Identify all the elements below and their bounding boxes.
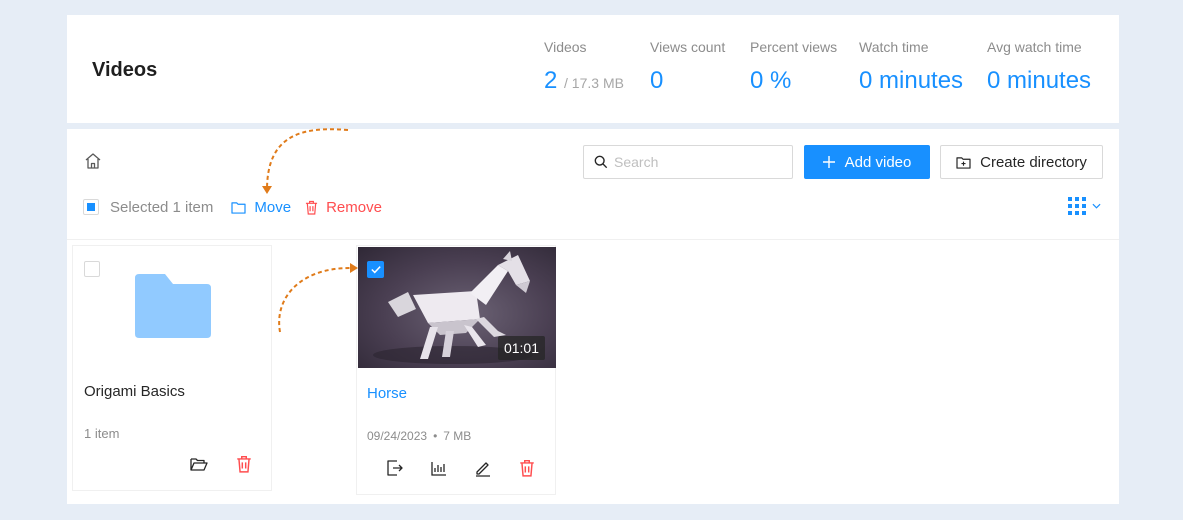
folder-add-icon xyxy=(956,156,971,169)
search-box xyxy=(583,145,793,179)
add-video-label: Add video xyxy=(844,153,912,171)
stat-value: 0 minutes xyxy=(859,67,964,94)
folder-actions xyxy=(190,455,253,473)
folder-checkbox[interactable] xyxy=(84,261,100,277)
plus-icon xyxy=(822,156,835,168)
remove-label: Remove xyxy=(326,198,382,216)
stats-header: Videos Videos 2 / 17.3 MB Views count 0 … xyxy=(67,15,1119,123)
stat-label: Percent views xyxy=(750,39,838,55)
video-actions xyxy=(386,459,536,477)
video-duration: 01:01 xyxy=(497,336,545,360)
stat-value: 0 minutes xyxy=(987,67,1092,94)
move-button[interactable]: Move xyxy=(231,199,291,216)
stat-label: Watch time xyxy=(859,39,929,55)
stat-value: 2 / 17.3 MB xyxy=(544,67,624,95)
folder-icon xyxy=(231,201,246,214)
delete-video-icon[interactable] xyxy=(518,459,536,477)
home-icon[interactable] xyxy=(83,151,103,171)
folder-open-icon[interactable] xyxy=(190,455,208,473)
grid-view-icon xyxy=(1068,197,1086,215)
video-title[interactable]: Horse xyxy=(367,385,407,402)
selected-count: Selected 1 item xyxy=(110,198,214,216)
chevron-down-icon xyxy=(1092,203,1101,209)
stat-label: Videos xyxy=(544,39,587,55)
select-all-checkbox[interactable] xyxy=(83,199,99,215)
search-icon xyxy=(594,155,608,169)
edit-icon[interactable] xyxy=(474,459,492,477)
video-size: 7 MB xyxy=(443,429,472,443)
divider xyxy=(67,239,1119,240)
video-checkbox[interactable] xyxy=(367,261,384,278)
stat-videos: Videos 2 / 17.3 MB xyxy=(544,39,624,95)
bar-chart-icon[interactable] xyxy=(430,459,448,477)
stat-value: 0 xyxy=(650,67,664,94)
stat-number: 2 xyxy=(544,67,558,94)
stat-label: Avg watch time xyxy=(987,39,1082,55)
stat-views-count: Views count 0 xyxy=(650,39,725,95)
export-icon[interactable] xyxy=(386,459,404,477)
create-directory-button[interactable]: Create directory xyxy=(940,145,1103,179)
video-meta: 09/24/2023 • 7 MB xyxy=(367,429,471,443)
trash-icon xyxy=(306,200,318,215)
meta-separator: • xyxy=(433,429,438,443)
create-directory-label: Create directory xyxy=(980,153,1087,171)
folder-item-count: 1 item xyxy=(84,426,120,441)
stat-watch-time: Watch time 0 minutes xyxy=(859,39,963,95)
stat-percent-views: Percent views 0 % xyxy=(750,39,837,95)
stat-label: Views count xyxy=(650,39,726,55)
folder-icon xyxy=(135,274,211,338)
selection-toolbar: Selected 1 item Move Remove xyxy=(83,197,382,217)
stat-avg-watch-time: Avg watch time 0 minutes xyxy=(987,39,1091,95)
remove-button[interactable]: Remove xyxy=(305,199,382,216)
add-video-button[interactable]: Add video xyxy=(804,145,930,179)
delete-folder-icon[interactable] xyxy=(235,455,253,473)
folder-name[interactable]: Origami Basics xyxy=(84,383,185,400)
stat-storage: / 17.3 MB xyxy=(564,75,624,91)
view-mode-toggle[interactable] xyxy=(1068,197,1101,215)
video-thumbnail[interactable]: 01:01 xyxy=(358,247,556,368)
video-library: Add video Create directory Selected 1 it… xyxy=(67,129,1119,504)
video-date: 09/24/2023 xyxy=(367,429,428,443)
stat-value: 0 % xyxy=(750,67,792,94)
check-icon xyxy=(370,266,381,274)
move-label: Move xyxy=(254,198,292,216)
search-input[interactable] xyxy=(614,154,784,170)
page-title: Videos xyxy=(92,59,158,81)
folder-card[interactable]: Origami Basics 1 item xyxy=(72,245,272,491)
video-card[interactable]: 01:01 Horse 09/24/2023 • 7 MB xyxy=(356,245,556,495)
